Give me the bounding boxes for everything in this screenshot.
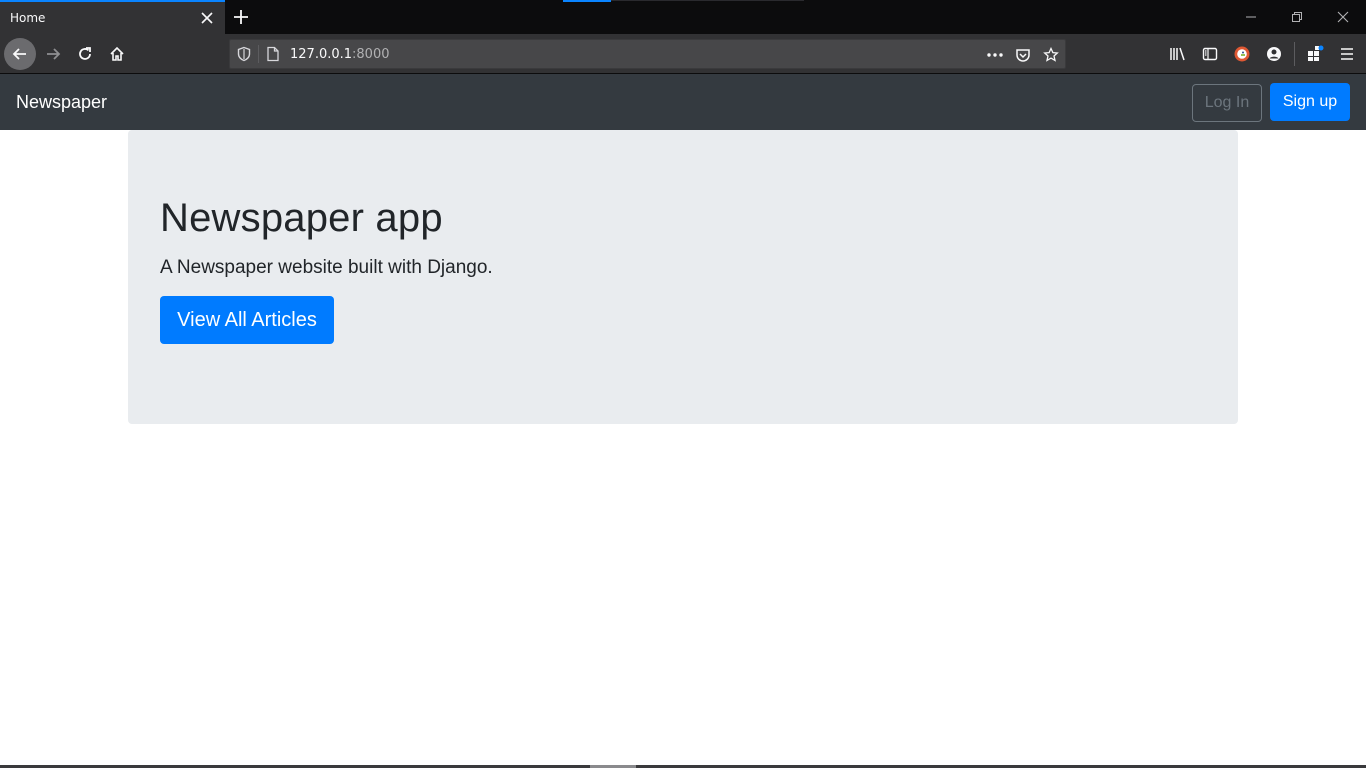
duckduckgo-icon[interactable] xyxy=(1228,40,1256,68)
site-navbar: Newspaper Log In Sign up xyxy=(0,74,1366,130)
url-bar[interactable]: 127.0.0.1:8000 xyxy=(229,39,1066,69)
url-port: :8000 xyxy=(352,47,390,62)
signup-button[interactable]: Sign up xyxy=(1270,83,1350,121)
window-close-icon[interactable] xyxy=(1320,0,1366,34)
tab-title: Home xyxy=(10,11,46,25)
home-icon[interactable] xyxy=(101,38,133,70)
reload-icon[interactable] xyxy=(69,38,101,70)
tab-strip: Home xyxy=(0,0,1366,34)
arrow-right-icon[interactable] xyxy=(37,38,69,70)
page-icon[interactable] xyxy=(266,46,280,66)
extensions-icon[interactable] xyxy=(1301,40,1329,68)
view-all-articles-button[interactable]: View All Articles xyxy=(160,296,334,344)
plus-icon[interactable] xyxy=(228,4,254,30)
url-separator xyxy=(258,45,259,63)
hero-lead: A Newspaper website built with Django. xyxy=(160,257,493,278)
url-text[interactable]: 127.0.0.1:8000 xyxy=(290,47,390,62)
shield-icon[interactable] xyxy=(236,46,252,66)
tab-drag-indicator xyxy=(563,0,611,2)
hero-title: Newspaper app xyxy=(160,196,443,240)
site-brand[interactable]: Newspaper xyxy=(16,92,107,113)
toolbar-separator xyxy=(1294,42,1295,66)
tab-drag-track xyxy=(611,0,804,1)
tab-home[interactable]: Home xyxy=(0,0,225,34)
login-button[interactable]: Log In xyxy=(1192,84,1262,122)
minimize-icon[interactable] xyxy=(1228,0,1274,34)
hamburger-menu-icon[interactable] xyxy=(1333,40,1361,68)
sidebar-icon[interactable] xyxy=(1196,40,1224,68)
hero-jumbotron: Newspaper app A Newspaper website built … xyxy=(128,130,1238,424)
account-icon[interactable] xyxy=(1260,40,1288,68)
star-icon[interactable] xyxy=(1040,45,1062,65)
url-host: 127.0.0.1 xyxy=(290,47,353,62)
more-horizontal-icon[interactable] xyxy=(984,45,1006,65)
library-icon[interactable] xyxy=(1164,40,1192,68)
close-icon[interactable] xyxy=(196,7,218,29)
pocket-icon[interactable] xyxy=(1012,45,1034,65)
browser-toolbar: 127.0.0.1:8000 xyxy=(0,34,1366,74)
restore-icon[interactable] xyxy=(1274,0,1320,34)
arrow-left-icon[interactable] xyxy=(4,38,36,70)
